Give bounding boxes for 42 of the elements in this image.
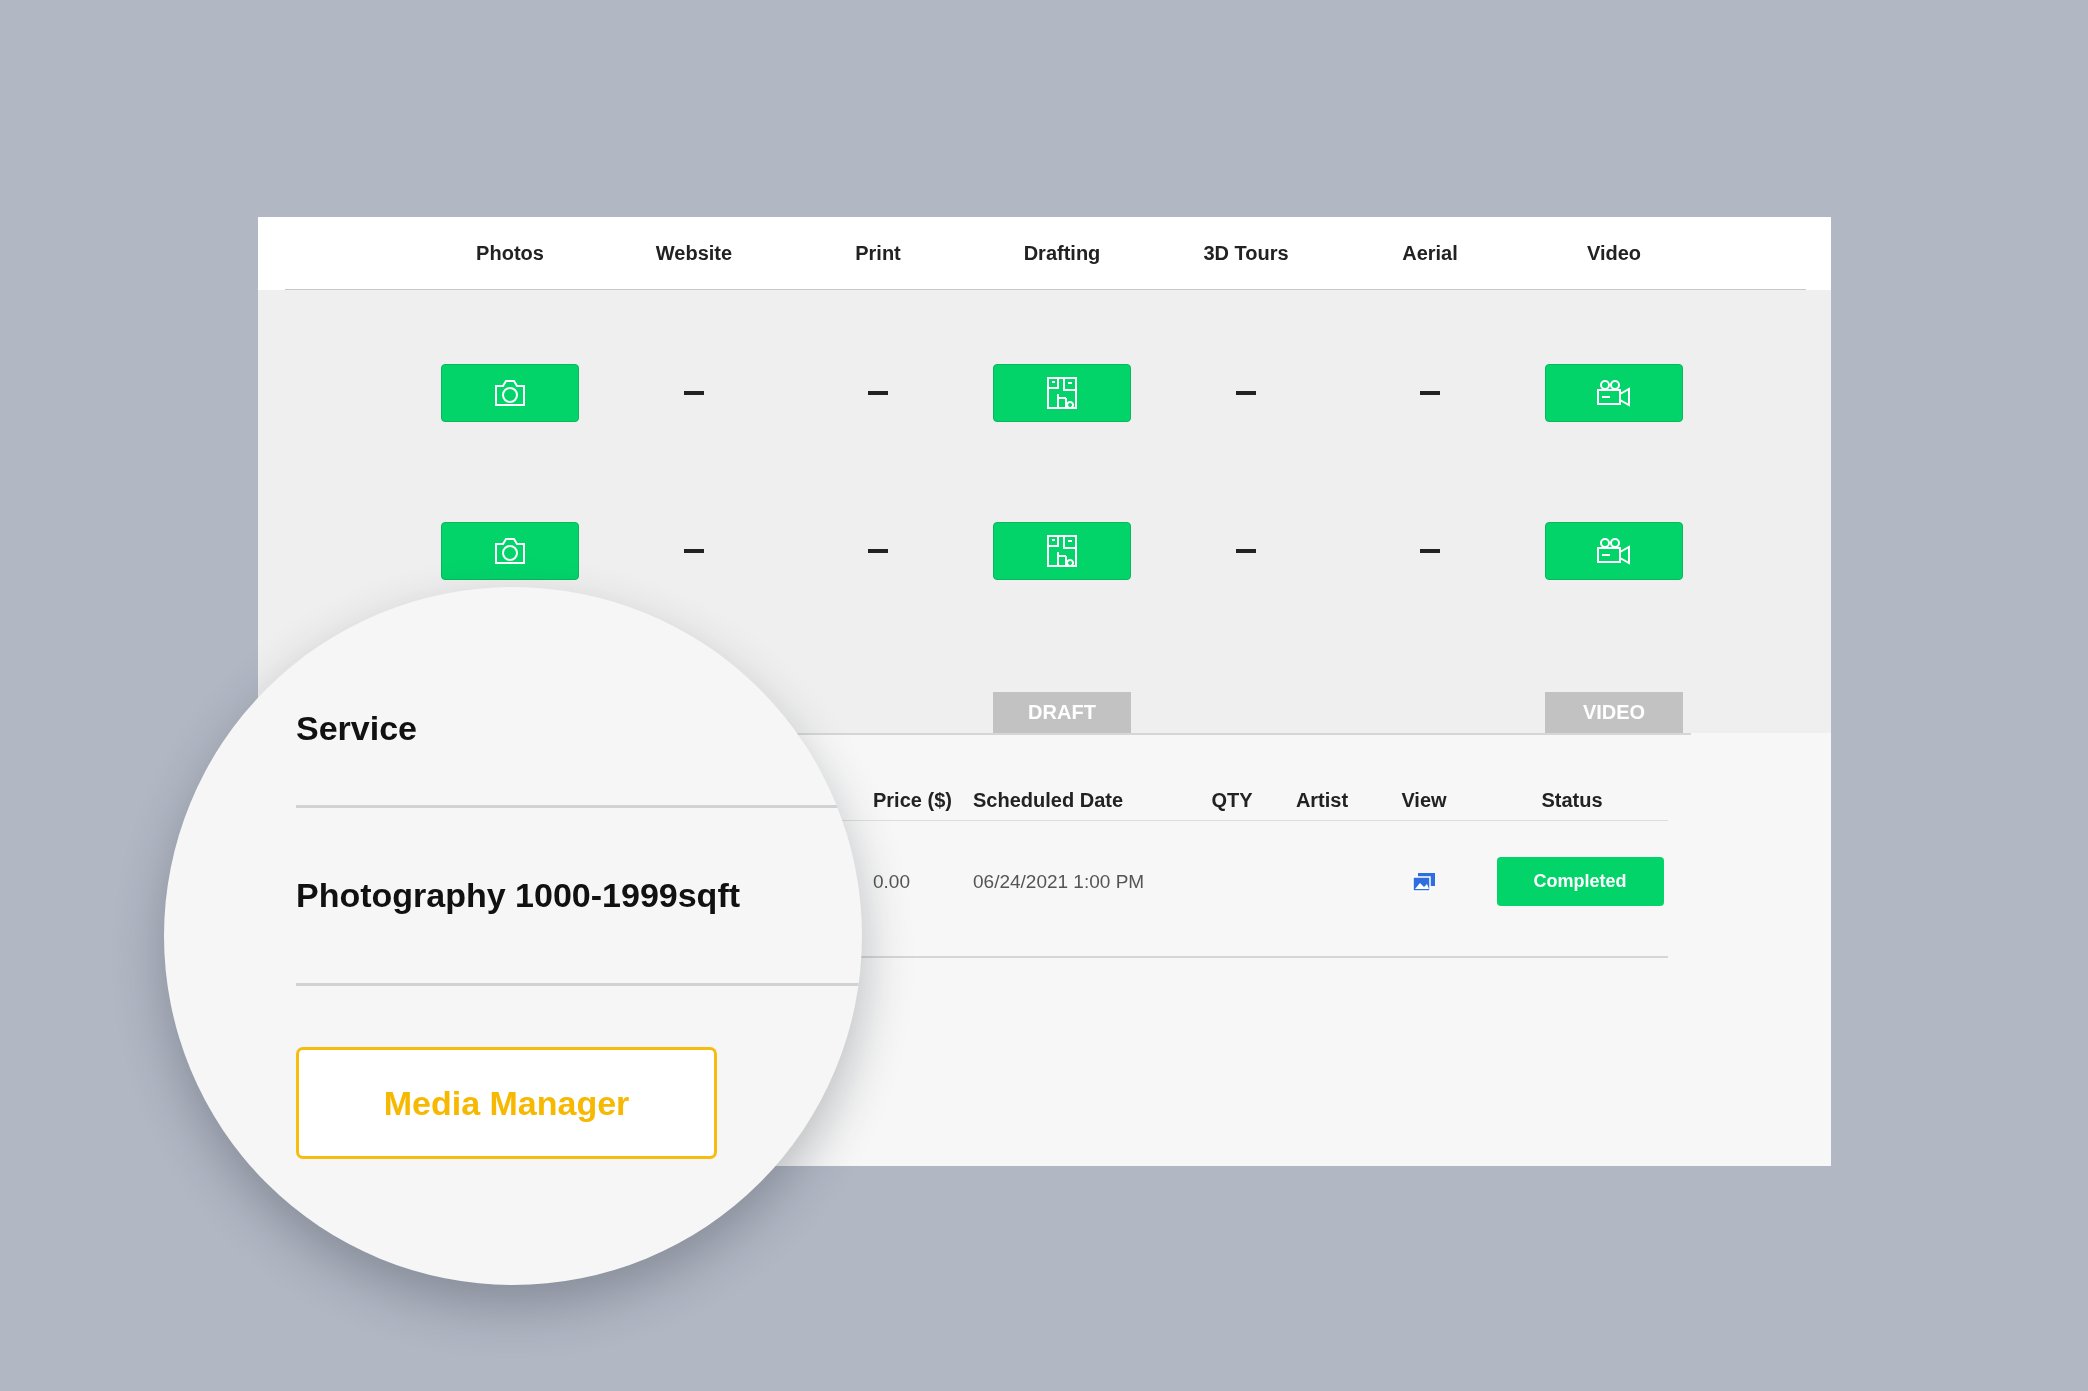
service-tag: DRAFT xyxy=(993,692,1131,733)
dash-icon xyxy=(868,549,888,553)
gallery-icon[interactable] xyxy=(1412,871,1436,892)
column-header: View xyxy=(1401,788,1447,812)
service-tag: VIDEO xyxy=(1545,692,1683,733)
dash-icon xyxy=(1236,549,1256,553)
column-header: Print xyxy=(855,241,901,265)
column-header: Service xyxy=(296,708,418,749)
dash-icon xyxy=(1420,391,1440,395)
column-header: Aerial xyxy=(1402,241,1458,265)
camera-icon xyxy=(493,536,527,566)
status-button[interactable]: Completed xyxy=(1496,857,1664,906)
service-button[interactable] xyxy=(441,364,579,422)
camera-icon xyxy=(493,378,527,408)
column-header: QTY xyxy=(1211,788,1253,812)
media-manager-button[interactable]: Media Manager xyxy=(296,1047,717,1159)
column-header: Artist xyxy=(1295,788,1349,812)
floor-plan-icon xyxy=(1046,376,1078,410)
dash-icon xyxy=(684,549,704,553)
service-button[interactable] xyxy=(1545,364,1683,422)
service-button[interactable] xyxy=(1545,522,1683,580)
column-header: Website xyxy=(655,241,733,265)
floor-plan-icon xyxy=(1046,534,1078,568)
column-header: Status xyxy=(1541,788,1603,812)
dash-icon xyxy=(1236,391,1256,395)
column-header: 3D Tours xyxy=(1203,241,1289,265)
column-header: Video xyxy=(1586,241,1642,265)
dash-icon xyxy=(868,391,888,395)
column-header: Scheduled Date xyxy=(973,788,1125,812)
table-cell-text: 0.00 xyxy=(873,870,911,893)
video-camera-icon xyxy=(1595,379,1633,407)
column-header: Drafting xyxy=(1023,241,1101,265)
service-button[interactable] xyxy=(441,522,579,580)
table-cell-text: 06/24/2021 1:00 PM xyxy=(973,870,1146,893)
table-cell: Photography 1000-1999sqft xyxy=(296,876,741,915)
column-header: Price ($) xyxy=(873,788,953,812)
service-button[interactable] xyxy=(993,364,1131,422)
dash-icon xyxy=(1420,549,1440,553)
video-camera-icon xyxy=(1595,537,1633,565)
column-header: Photos xyxy=(476,241,544,265)
dash-icon xyxy=(684,391,704,395)
service-button[interactable] xyxy=(993,522,1131,580)
